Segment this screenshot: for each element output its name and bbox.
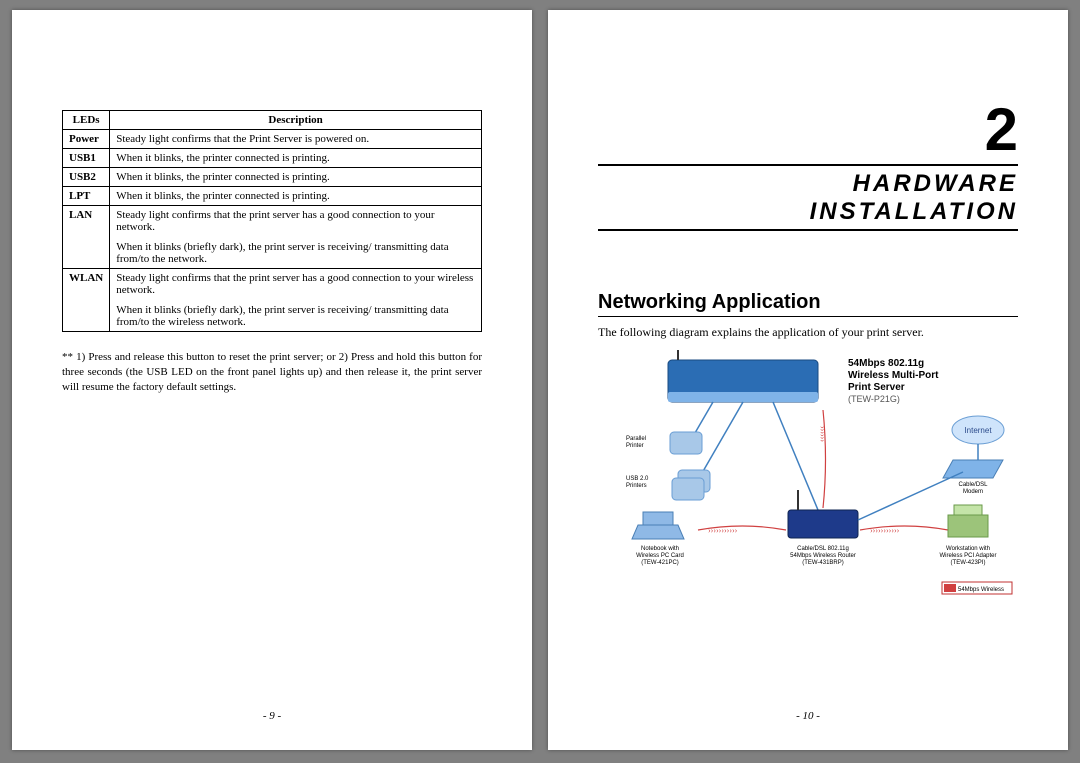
label-usb-2: Printers [626, 483, 647, 489]
diagram-title-3: Print Server [848, 382, 905, 393]
label-modem-2: Modem [963, 489, 983, 495]
th-desc: Description [110, 111, 482, 130]
chapter-title-line1: HARDWARE [598, 170, 1018, 198]
label-parallel-1: Parallel [626, 436, 646, 442]
label-router-1: Cable/DSL 802.11g [797, 546, 849, 552]
row-usb2-label: USB2 [63, 168, 110, 187]
row-usb2-text: When it blinks, the printer connected is… [110, 168, 482, 187]
divider [598, 164, 1018, 166]
row-power-label: Power [63, 130, 110, 149]
label-ws-1: Workstation with [946, 546, 990, 552]
row-usb1-label: USB1 [63, 149, 110, 168]
th-leds: LEDs [63, 111, 110, 130]
row-lan-text-2: When it blinks (briefly dark), the print… [116, 241, 475, 265]
section-title: Networking Application [598, 291, 1018, 314]
svg-text:›››››››››››: ››››››››››› [708, 526, 738, 535]
label-router-2: 54Mbps Wireless Router [790, 553, 856, 559]
label-router-3: (TEW-431BRP) [802, 560, 844, 566]
svg-text:›››››››››››: ››››››››››› [870, 526, 900, 535]
label-modem-1: Cable/DSL [958, 482, 988, 488]
row-lan-label: LAN [63, 206, 110, 269]
led-table: LEDs Description Power Steady light conf… [62, 110, 482, 332]
chapter-number: 2 [598, 100, 1018, 160]
svg-text:››››››: ›››››› [818, 426, 827, 442]
diagram-model: (TEW-P21G) [848, 394, 900, 404]
row-lpt-text: When it blinks, the printer connected is… [110, 187, 482, 206]
row-lan-text-1: Steady light confirms that the print ser… [116, 209, 475, 233]
row-power-text: Steady light confirms that the Print Ser… [110, 130, 482, 149]
divider-thin [598, 316, 1018, 317]
label-ws-3: (TEW-423PI) [951, 560, 986, 566]
badge-text: 54Mbps Wireless [958, 587, 1004, 593]
row-wlan-label: WLAN [63, 269, 110, 332]
page-left: LEDs Description Power Steady light conf… [12, 10, 532, 750]
page-right: 2 HARDWARE INSTALLATION Networking Appli… [548, 10, 1068, 750]
divider [598, 229, 1018, 231]
row-wlan-text-1: Steady light confirms that the print ser… [116, 272, 475, 296]
network-diagram: 54Mbps 802.11g Wireless Multi-Port Print… [598, 350, 1018, 610]
chapter-title-line2: INSTALLATION [598, 198, 1018, 226]
diagram-title-1: 54Mbps 802.11g [848, 358, 924, 369]
label-nb-1: Notebook with [641, 546, 679, 552]
row-wlan-text: Steady light confirms that the print ser… [110, 269, 482, 332]
label-nb-2: Wireless PC Card [636, 553, 684, 559]
label-nb-3: (TEW-421PC) [641, 560, 679, 566]
label-parallel-2: Printer [626, 443, 644, 449]
label-ws-2: Wireless PCI Adapter [939, 553, 996, 559]
row-usb1-text: When it blinks, the printer connected is… [110, 149, 482, 168]
page-number-right: - 10 - [548, 710, 1068, 722]
row-lan-text: Steady light confirms that the print ser… [110, 206, 482, 269]
chapter-title: HARDWARE INSTALLATION [598, 170, 1018, 225]
page-number-left: - 9 - [12, 710, 532, 722]
label-internet: Internet [964, 426, 992, 435]
label-usb-1: USB 2.0 [626, 476, 649, 482]
row-wlan-text-2: When it blinks (briefly dark), the print… [116, 304, 475, 328]
diagram-title-2: Wireless Multi-Port [848, 370, 939, 381]
row-lpt-label: LPT [63, 187, 110, 206]
section-text: The following diagram explains the appli… [598, 325, 1018, 340]
footnote: ** 1) Press and release this button to r… [62, 350, 482, 395]
